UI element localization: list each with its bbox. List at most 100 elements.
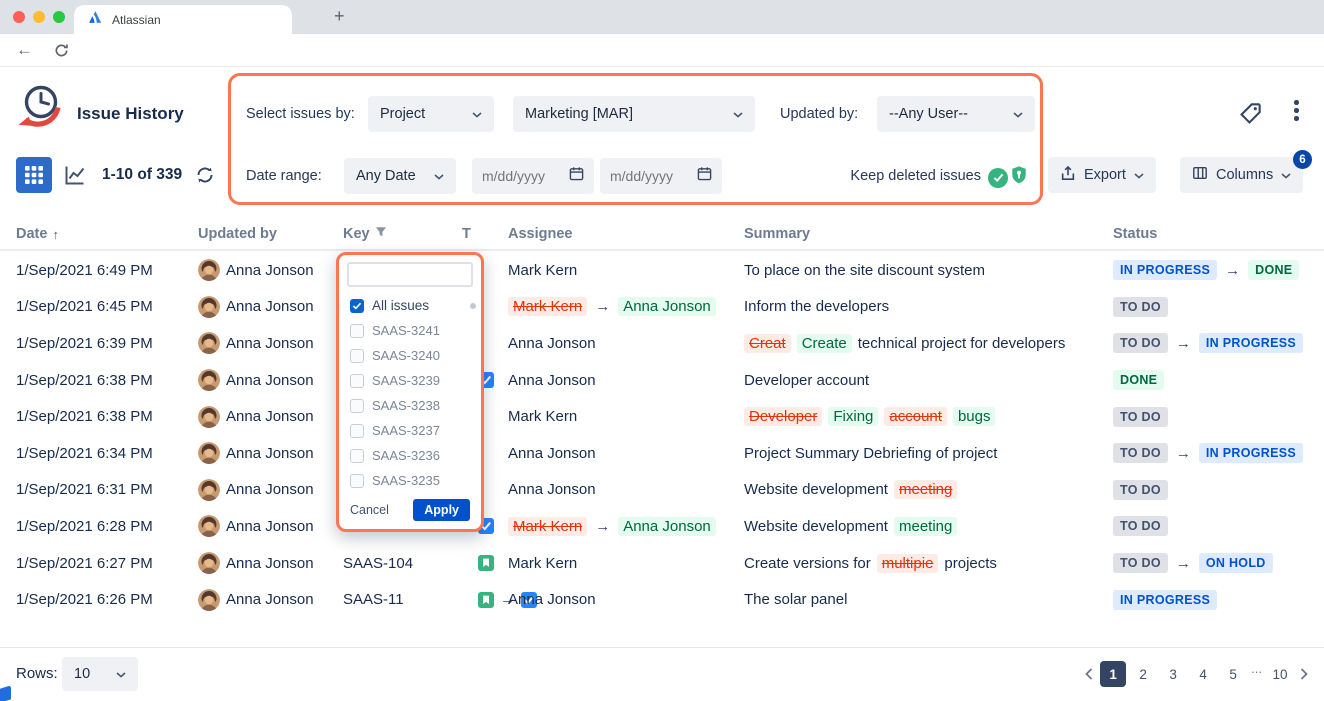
text-segment: Anna Jonson xyxy=(508,591,596,608)
previous-page-icon[interactable] xyxy=(1085,668,1093,680)
date-from-input[interactable] xyxy=(482,168,566,184)
page-button[interactable]: 4 xyxy=(1190,661,1216,687)
key-filter-option[interactable]: SAAS-3238 xyxy=(339,393,481,418)
close-window-button[interactable] xyxy=(13,11,25,23)
key-filter-option[interactable]: SAAS-3237 xyxy=(339,418,481,443)
cancel-button[interactable]: Cancel xyxy=(350,503,389,517)
page-button[interactable]: 10 xyxy=(1267,661,1293,687)
export-button[interactable]: Export xyxy=(1048,157,1156,193)
cell-summary: Website developmentmeeting xyxy=(744,480,1113,499)
text-segment: Mark Kern xyxy=(508,555,577,572)
text-segment: projects xyxy=(944,555,997,572)
key-filter-option[interactable]: SAAS-3241 xyxy=(339,318,481,343)
apply-button[interactable]: Apply xyxy=(413,499,470,521)
checkbox-unchecked[interactable] xyxy=(350,474,364,488)
checkbox-unchecked[interactable] xyxy=(350,424,364,438)
date-range-label: Date range: xyxy=(246,158,322,194)
page-button[interactable]: 3 xyxy=(1160,661,1186,687)
change-arrow-icon: → xyxy=(595,518,610,535)
option-label: SAAS-3240 xyxy=(372,348,440,363)
cell-assignee: Mark Kern xyxy=(508,262,744,279)
text-segment: Anna Jonson xyxy=(508,445,596,462)
column-header-key[interactable]: Key xyxy=(343,226,458,242)
refresh-icon[interactable] xyxy=(196,166,214,189)
option-label: SAAS-3235 xyxy=(372,473,440,488)
grid-view-button[interactable] xyxy=(16,157,52,193)
rows-per-page-label: Rows: xyxy=(16,657,58,691)
key-filter-option[interactable]: SAAS-3235 xyxy=(339,468,481,493)
calendar-icon[interactable] xyxy=(569,166,584,186)
text-segment: Project Summary Debriefing of project xyxy=(744,445,997,462)
date-to-input[interactable] xyxy=(610,168,694,184)
chat-widget-peek[interactable] xyxy=(0,685,11,701)
status-badge: IN PROGRESS xyxy=(1199,333,1303,353)
cell-summary: Website developmentmeeting xyxy=(744,517,1113,536)
page-button[interactable]: 1 xyxy=(1100,661,1126,687)
calendar-icon[interactable] xyxy=(697,166,712,186)
checkbox-unchecked[interactable] xyxy=(350,324,364,338)
columns-count-badge: 6 xyxy=(1293,150,1312,169)
tag-icon[interactable] xyxy=(1238,101,1263,131)
reload-button[interactable] xyxy=(54,43,69,63)
zoom-window-button[interactable] xyxy=(53,11,65,23)
cell-assignee: Anna Jonson xyxy=(508,481,744,498)
date-range-dropdown[interactable]: Any Date xyxy=(344,158,456,194)
date-from-field[interactable] xyxy=(472,158,594,194)
checkbox-unchecked[interactable] xyxy=(350,374,364,388)
back-button[interactable]: ← xyxy=(16,40,33,60)
project-dropdown[interactable]: Marketing [MAR] xyxy=(513,96,755,132)
app-menu-icon[interactable] xyxy=(1294,100,1299,121)
checkbox-checked[interactable] xyxy=(350,299,364,313)
text-segment: Anna Jonson xyxy=(618,297,716,316)
text-segment: Fixing xyxy=(828,407,878,426)
page-button[interactable]: 2 xyxy=(1130,661,1156,687)
columns-label: Columns xyxy=(1216,167,1273,183)
updated-by-label: Updated by: xyxy=(780,96,858,132)
key-filter-search-input[interactable] xyxy=(347,262,473,287)
cell-date: 1/Sep/2021 6:27 PM xyxy=(16,555,198,572)
project-value: Marketing [MAR] xyxy=(525,106,633,122)
new-tab-button[interactable]: + xyxy=(334,6,345,27)
next-page-icon[interactable] xyxy=(1300,668,1308,680)
cell-status: DONE xyxy=(1113,370,1324,390)
change-arrow-icon: → xyxy=(1225,262,1240,279)
key-filter-option[interactable]: SAAS-3239 xyxy=(339,368,481,393)
column-header-date[interactable]: Date↑ xyxy=(16,226,198,242)
columns-button[interactable]: Columns xyxy=(1180,157,1303,193)
table-row: 1/Sep/2021 6:28 PMAnna JonsonSAAS-26Mark… xyxy=(0,508,1324,545)
window-controls xyxy=(13,11,65,23)
filter-funnel-icon[interactable] xyxy=(375,226,387,242)
checkbox-unchecked[interactable] xyxy=(350,349,364,363)
text-segment: Anna Jonson xyxy=(508,481,596,498)
cell-status: TO DO→ON HOLD xyxy=(1113,553,1324,573)
avatar xyxy=(198,296,220,318)
user-name: Anna Jonson xyxy=(226,408,314,425)
status-badge: TO DO xyxy=(1113,443,1168,463)
checkbox-unchecked[interactable] xyxy=(350,449,364,463)
page-button[interactable]: 5 xyxy=(1220,661,1246,687)
app-root: Issue History Select issues by: Project … xyxy=(0,67,1324,701)
chart-view-button[interactable] xyxy=(57,157,93,193)
checkbox-unchecked[interactable] xyxy=(350,399,364,413)
date-to-field[interactable] xyxy=(600,158,722,194)
cell-updated-by: Anna Jonson xyxy=(198,589,343,611)
cell-updated-by: Anna Jonson xyxy=(198,259,343,281)
updated-by-dropdown[interactable]: --Any User-- xyxy=(877,96,1035,132)
key-filter-option[interactable]: SAAS-3236 xyxy=(339,443,481,468)
browser-tab[interactable]: Atlassian xyxy=(74,5,292,34)
column-label: Status xyxy=(1113,226,1157,242)
key-filter-all-option[interactable]: All issues xyxy=(339,293,481,318)
table-row: 1/Sep/2021 6:26 PMAnna JonsonSAAS-11→Ann… xyxy=(0,581,1324,618)
key-filter-option[interactable]: SAAS-3240 xyxy=(339,343,481,368)
avatar xyxy=(198,515,220,537)
minimize-window-button[interactable] xyxy=(33,11,45,23)
status-badge: IN PROGRESS xyxy=(1199,443,1303,463)
column-header-type: T xyxy=(458,226,508,242)
keep-deleted-toggle[interactable] xyxy=(988,164,1029,191)
select-by-dropdown[interactable]: Project xyxy=(368,96,494,132)
status-badge: IN PROGRESS xyxy=(1113,590,1217,610)
text-segment: Create xyxy=(797,334,852,353)
scrollbar-thumb[interactable] xyxy=(470,303,476,309)
rows-per-page-dropdown[interactable]: 10 xyxy=(62,657,138,691)
column-header-status: Status xyxy=(1113,226,1324,242)
